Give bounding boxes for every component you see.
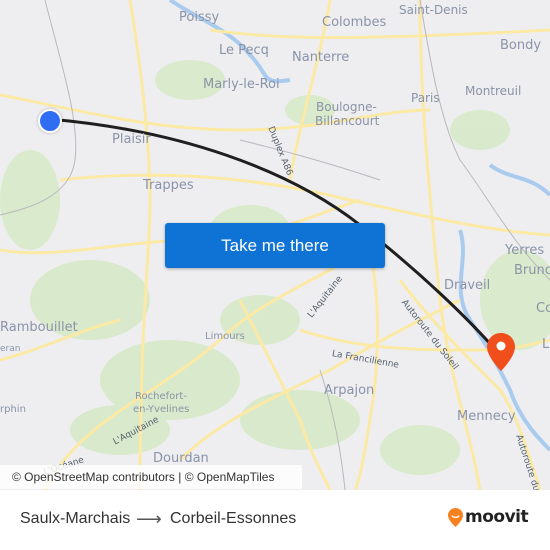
place-label: Plaisir [112,132,151,147]
attribution-text[interactable]: © OpenStreetMap contributors | © OpenMap… [12,470,274,484]
origin-dot-icon[interactable] [38,109,62,133]
place-label: Arpajon [324,383,375,398]
place-label: L [542,337,550,352]
place-label: Poissy [179,10,220,25]
route-destination: Corbeil-Essonnes [170,510,297,527]
place-label: Mennecy [457,409,516,424]
moovit-pin-icon [448,507,463,527]
place-label: Saint-Denis [399,3,468,17]
map[interactable]: Poissy Colombes Saint-Denis Le Pecq Nant… [0,0,550,490]
take-me-there-button[interactable]: Take me there [165,223,385,268]
place-label: Bondy [500,38,542,53]
place-label: Dourdan [153,451,209,466]
place-label: Rambouillet [0,320,78,335]
place-label: Colombes [322,15,387,30]
place-label: Draveil [444,278,491,293]
place-label: eran [0,344,21,354]
place-label: en-Yvelines [133,404,190,415]
place-label: Billancourt [315,114,380,128]
place-label: Marly-le-Roi [203,77,280,92]
place-label: Bruno [514,263,550,278]
place-label: Le Pecq [219,43,269,58]
footer: Saulx-Marchais ⟶ Corbeil-Essonnes moovit [0,490,550,550]
route-origin: Saulx-Marchais [20,510,131,527]
place-label: Yerres [505,243,545,258]
arrow-right-icon: ⟶ [136,509,162,530]
place-label: Boulogne- [316,100,377,114]
place-label: Limours [205,331,245,342]
moovit-logo-text: moovit [465,507,529,527]
place-label: Co [536,301,550,316]
place-label: Rochefort- [135,391,187,402]
place-label: Nanterre [292,50,350,65]
place-label: rphin [0,404,26,415]
place-label: Montreuil [465,84,522,98]
moovit-logo[interactable]: moovit [448,507,529,527]
map-attribution: © OpenStreetMap contributors | © OpenMap… [0,465,302,489]
place-label: Trappes [143,178,194,193]
place-label: Paris [411,91,440,105]
